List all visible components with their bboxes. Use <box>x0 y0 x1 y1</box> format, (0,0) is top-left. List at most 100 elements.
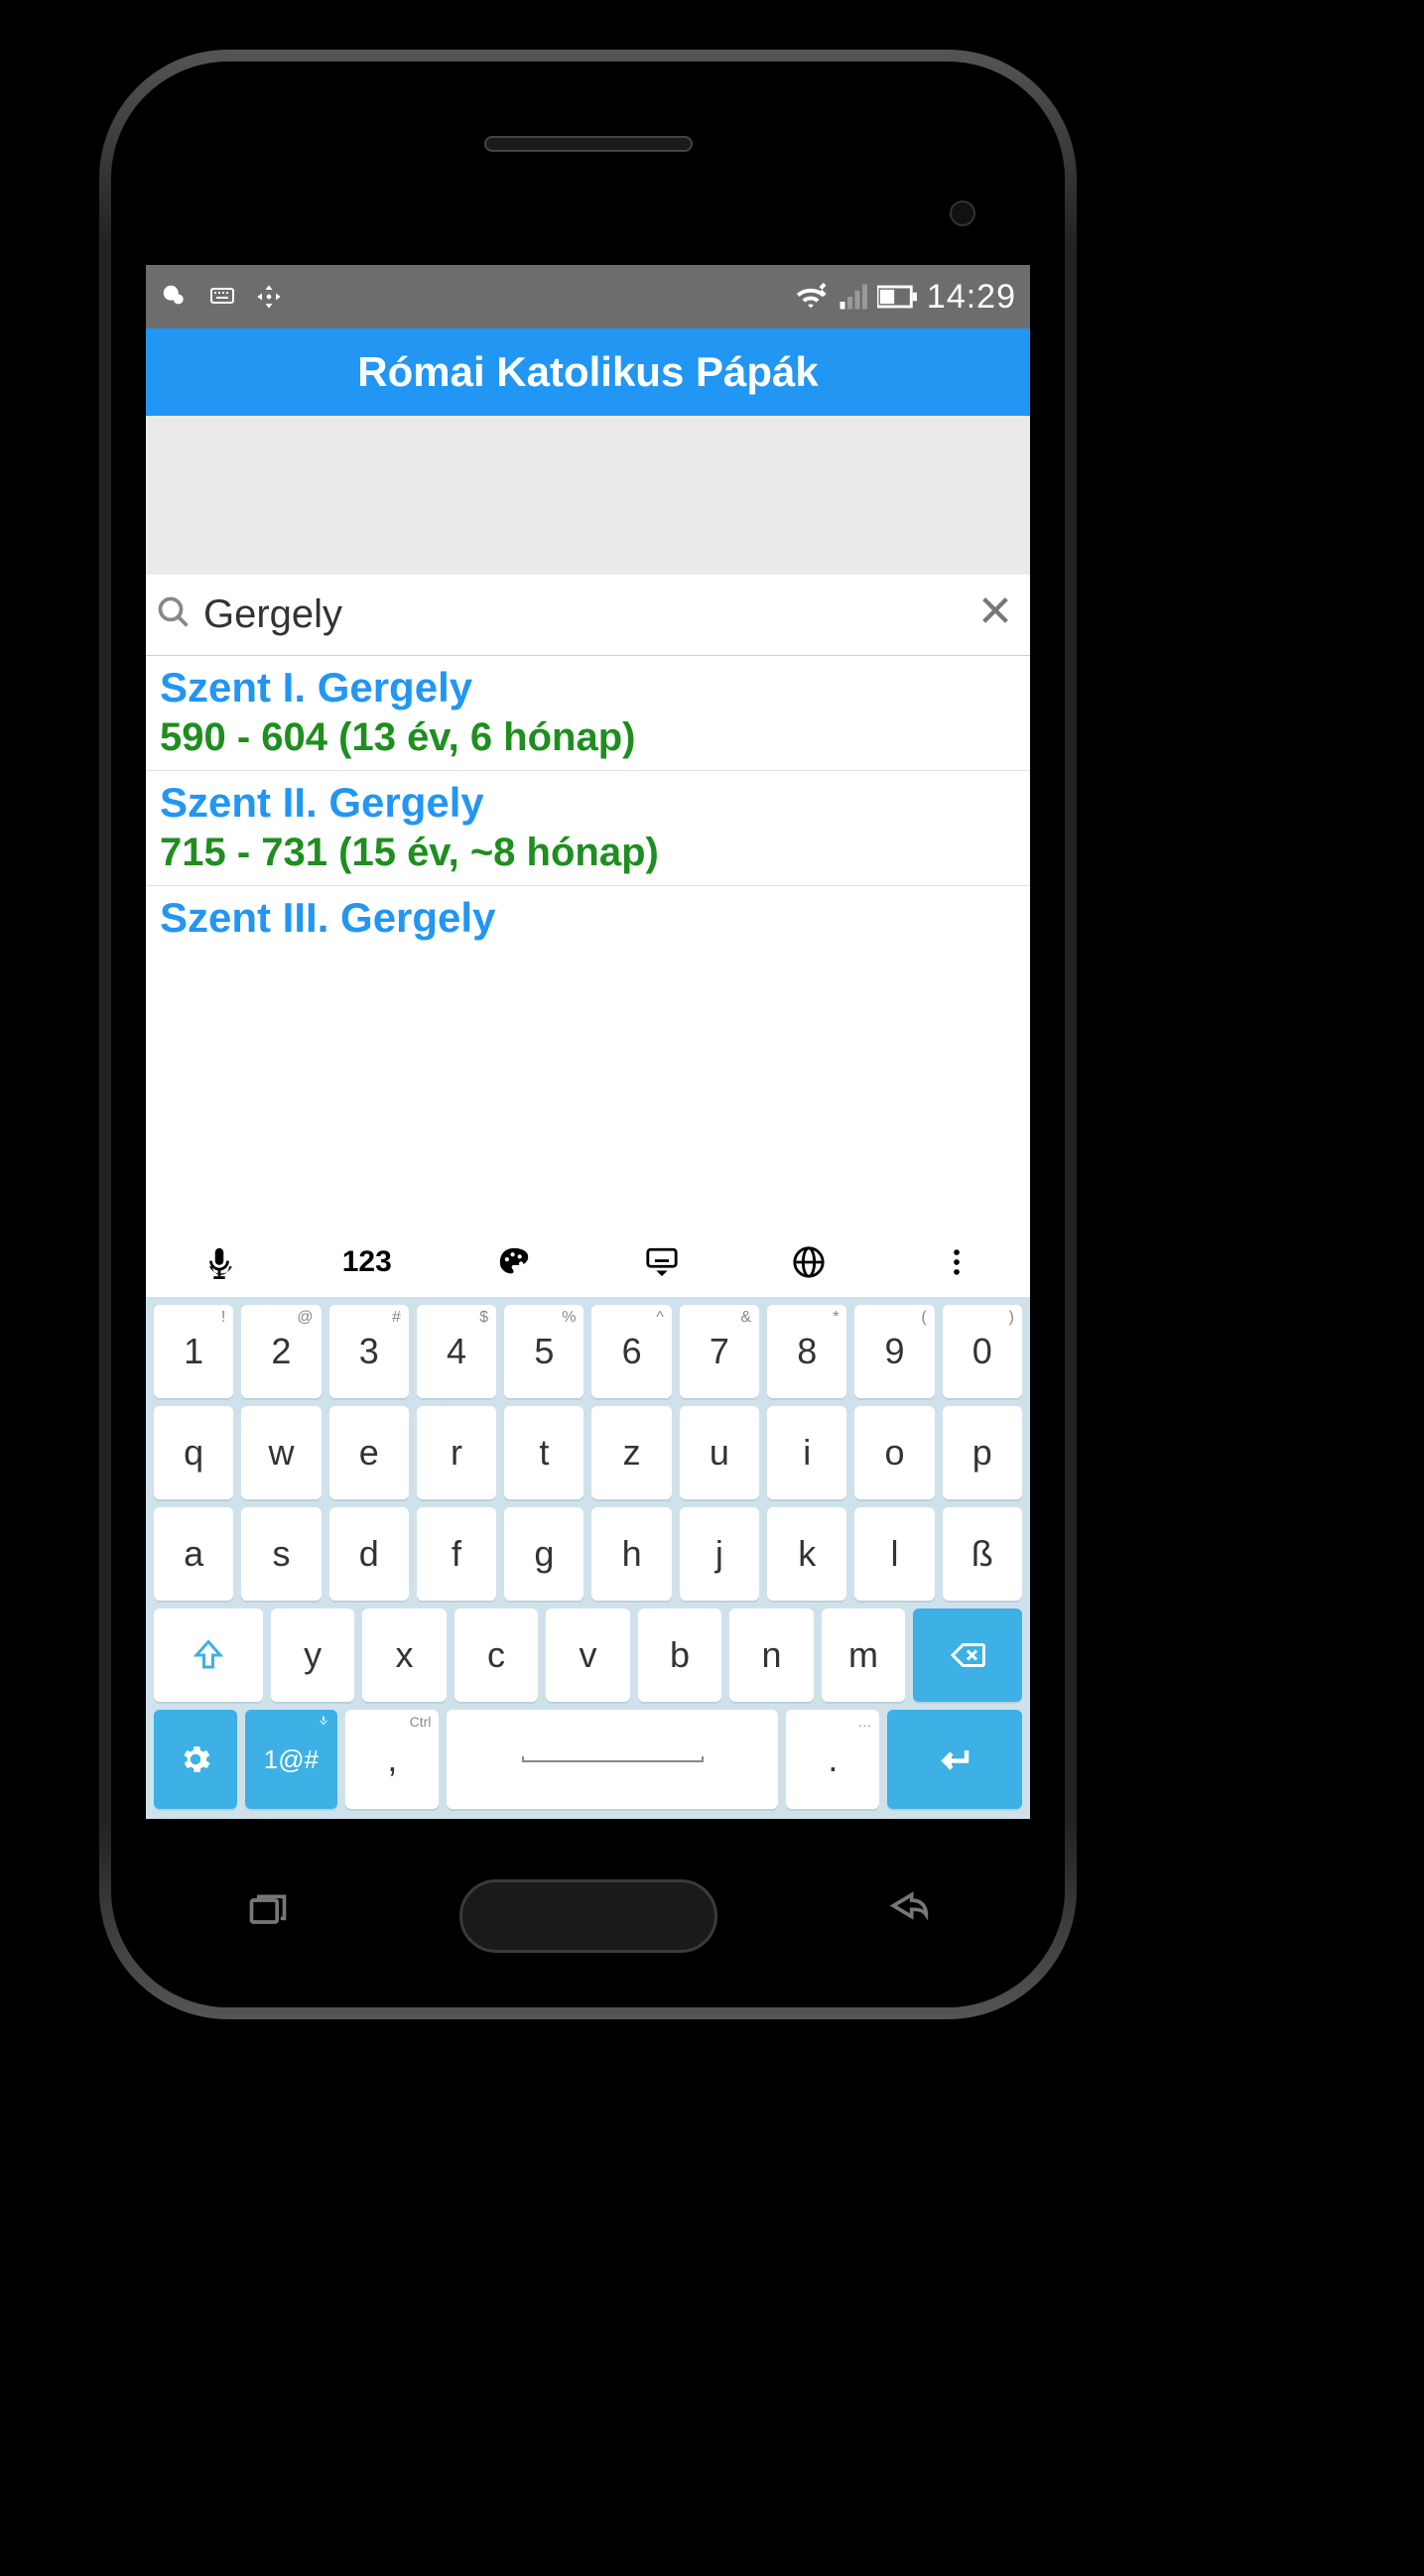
keyboard-row-1: !1@2#3$4%5^6&7*8(9)0 <box>146 1297 1030 1398</box>
key-k[interactable]: k <box>767 1507 846 1601</box>
hardware-nav <box>111 1879 1065 1953</box>
key-q[interactable]: q <box>154 1406 233 1499</box>
wifi-icon <box>794 280 828 314</box>
keyboard-toolbar: 123 <box>146 1227 1030 1297</box>
key-m[interactable]: m <box>822 1609 905 1702</box>
key-3[interactable]: #3 <box>329 1305 409 1398</box>
key-6[interactable]: ^6 <box>591 1305 671 1398</box>
hide-keyboard-icon[interactable] <box>588 1245 735 1279</box>
result-name: Szent III. Gergely <box>160 894 1016 942</box>
key-label: 2 <box>271 1331 291 1372</box>
key-s[interactable]: s <box>241 1507 321 1601</box>
space-bar-icon <box>522 1756 705 1762</box>
key-o[interactable]: o <box>854 1406 934 1499</box>
back-button[interactable] <box>880 1889 936 1944</box>
key-7[interactable]: &7 <box>680 1305 759 1398</box>
key-label: g <box>534 1533 554 1575</box>
key-label: t <box>539 1432 549 1474</box>
mic-icon[interactable] <box>146 1245 293 1279</box>
key-p[interactable]: p <box>943 1406 1022 1499</box>
app-title: Római Katolikus Pápák <box>357 348 818 396</box>
symbols-key[interactable]: 1@# <box>245 1710 338 1809</box>
key-label: m <box>848 1634 878 1676</box>
keyboard-row-4: yxcvbnm <box>146 1601 1030 1702</box>
key-j[interactable]: j <box>680 1507 759 1601</box>
key-label: q <box>184 1432 203 1474</box>
backspace-key[interactable] <box>913 1609 1022 1702</box>
signal-icon <box>838 282 867 312</box>
key-label: b <box>670 1634 690 1676</box>
keyboard-row-bottom: 1@# Ctrl , … . <box>146 1702 1030 1819</box>
settings-key[interactable] <box>154 1710 237 1809</box>
key-label: 5 <box>534 1331 554 1372</box>
key-0[interactable]: )0 <box>943 1305 1022 1398</box>
key-5[interactable]: %5 <box>504 1305 583 1398</box>
key-e[interactable]: e <box>329 1406 409 1499</box>
key-label: 4 <box>447 1331 466 1372</box>
key-t[interactable]: t <box>504 1406 583 1499</box>
key-r[interactable]: r <box>417 1406 496 1499</box>
key-v[interactable]: v <box>546 1609 629 1702</box>
key-8[interactable]: *8 <box>767 1305 846 1398</box>
key-l[interactable]: l <box>854 1507 934 1601</box>
key-ß[interactable]: ß <box>943 1507 1022 1601</box>
key-i[interactable]: i <box>767 1406 846 1499</box>
recent-apps-button[interactable] <box>240 1889 296 1944</box>
key-u[interactable]: u <box>680 1406 759 1499</box>
key-2[interactable]: @2 <box>241 1305 321 1398</box>
key-label: 8 <box>797 1331 817 1372</box>
key-secondary: * <box>833 1309 839 1327</box>
key-g[interactable]: g <box>504 1507 583 1601</box>
search-input[interactable] <box>203 592 978 637</box>
key-w[interactable]: w <box>241 1406 321 1499</box>
comma-label: , <box>387 1739 397 1780</box>
key-label: z <box>623 1432 641 1474</box>
key-x[interactable]: x <box>362 1609 446 1702</box>
list-item[interactable]: Szent I. Gergely 590 - 604 (13 év, 6 hón… <box>146 656 1030 771</box>
enter-key[interactable] <box>887 1710 1022 1809</box>
banner-area <box>146 416 1030 575</box>
period-key[interactable]: … . <box>786 1710 879 1809</box>
key-secondary: ^ <box>656 1309 664 1327</box>
key-label: ß <box>971 1533 993 1575</box>
key-9[interactable]: (9 <box>854 1305 934 1398</box>
key-label: 9 <box>885 1331 905 1372</box>
key-label: k <box>798 1533 816 1575</box>
space-key[interactable] <box>447 1710 778 1809</box>
key-secondary: % <box>562 1309 576 1327</box>
period-sec: … <box>857 1714 871 1730</box>
key-b[interactable]: b <box>638 1609 721 1702</box>
globe-icon[interactable] <box>735 1245 882 1279</box>
clear-icon[interactable] <box>978 592 1012 637</box>
key-n[interactable]: n <box>729 1609 813 1702</box>
comma-key[interactable]: Ctrl , <box>345 1710 439 1809</box>
key-secondary: @ <box>297 1309 313 1327</box>
keyboard-row-3: asdfghjklß <box>146 1499 1030 1601</box>
key-c[interactable]: c <box>454 1609 538 1702</box>
palette-icon[interactable] <box>441 1245 587 1279</box>
home-button[interactable] <box>459 1879 717 1953</box>
key-label: y <box>304 1634 322 1676</box>
overflow-icon[interactable] <box>883 1245 1030 1279</box>
key-label: w <box>268 1432 294 1474</box>
clock: 14:29 <box>927 278 1016 317</box>
shift-key[interactable] <box>154 1609 263 1702</box>
key-secondary: # <box>392 1309 401 1327</box>
key-4[interactable]: $4 <box>417 1305 496 1398</box>
list-item[interactable]: Szent III. Gergely <box>146 886 1030 942</box>
key-a[interactable]: a <box>154 1507 233 1601</box>
key-h[interactable]: h <box>591 1507 671 1601</box>
key-d[interactable]: d <box>329 1507 409 1601</box>
key-y[interactable]: y <box>271 1609 354 1702</box>
result-reign: 715 - 731 (15 év, ~8 hónap) <box>160 831 1016 875</box>
key-secondary: ) <box>1009 1309 1014 1327</box>
phone-inner: 14:29 Római Katolikus Pápák <box>111 62 1065 2007</box>
key-label: a <box>184 1533 203 1575</box>
numbers-toggle[interactable]: 123 <box>294 1245 441 1279</box>
list-item[interactable]: Szent II. Gergely 715 - 731 (15 év, ~8 h… <box>146 771 1030 886</box>
key-secondary: ! <box>221 1309 225 1327</box>
key-1[interactable]: !1 <box>154 1305 233 1398</box>
key-z[interactable]: z <box>591 1406 671 1499</box>
key-f[interactable]: f <box>417 1507 496 1601</box>
status-right: 14:29 <box>794 278 1016 317</box>
